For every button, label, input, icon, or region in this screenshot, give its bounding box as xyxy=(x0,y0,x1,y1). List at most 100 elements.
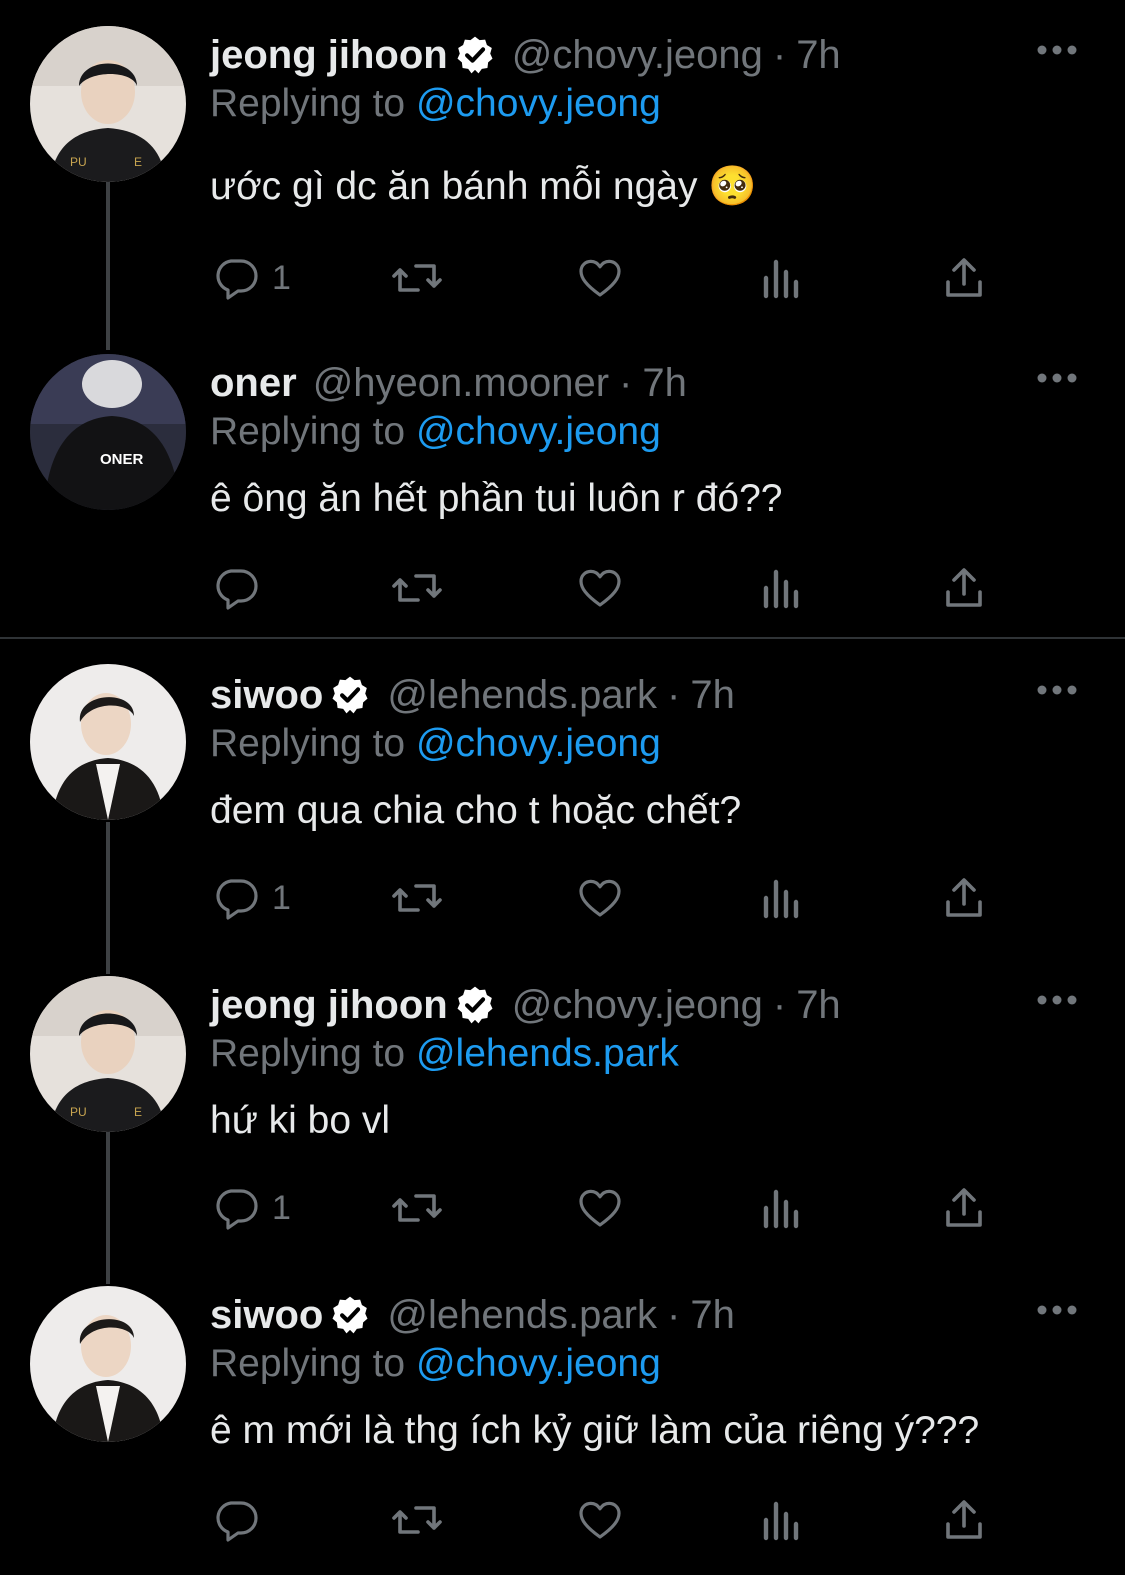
timestamp[interactable]: 7h xyxy=(690,675,735,715)
handle[interactable]: @lehends.park xyxy=(387,1295,657,1335)
reply-count: 1 xyxy=(272,878,291,917)
mention-link[interactable]: @chovy.jeong xyxy=(416,410,661,453)
share-icon xyxy=(946,1188,982,1227)
tweet-header: oner @hyeon.mooner · 7h xyxy=(210,354,687,412)
handle[interactable]: @hyeon.mooner xyxy=(313,363,609,403)
avatar-chovy: PU E xyxy=(30,26,186,182)
retweet-icon xyxy=(392,574,442,602)
svg-text:PU: PU xyxy=(70,1105,87,1119)
retweet-icon xyxy=(392,264,442,292)
thread-divider xyxy=(0,637,1125,639)
thread-connector xyxy=(106,1132,110,1284)
timestamp[interactable]: 7h xyxy=(796,985,841,1025)
avatar[interactable] xyxy=(30,664,186,820)
more-icon[interactable] xyxy=(1036,42,1078,58)
action-bar: 1 xyxy=(210,873,1010,923)
mention-link[interactable]: @chovy.jeong xyxy=(416,722,661,765)
like-button[interactable] xyxy=(576,563,624,613)
avatar-siwoo xyxy=(30,664,186,820)
views-button[interactable] xyxy=(760,563,804,613)
verified-badge-icon xyxy=(457,36,493,74)
share-button[interactable] xyxy=(940,1495,988,1545)
action-bar xyxy=(210,1495,1010,1545)
replying-to-label: Replying to xyxy=(210,82,406,125)
retweet-icon xyxy=(392,1194,442,1222)
more-icon[interactable] xyxy=(1036,992,1078,1008)
handle[interactable]: @chovy.jeong xyxy=(512,985,763,1025)
display-name[interactable]: jeong jihoon xyxy=(210,35,448,75)
views-button[interactable] xyxy=(760,1183,804,1233)
replying-to-label: Replying to xyxy=(210,1342,406,1385)
more-icon[interactable] xyxy=(1036,370,1078,386)
reply-count: 1 xyxy=(272,1188,291,1227)
avatar[interactable] xyxy=(30,1286,186,1442)
share-button[interactable] xyxy=(940,563,988,613)
display-name[interactable]: oner xyxy=(210,363,297,403)
share-icon xyxy=(946,258,982,297)
views-icon xyxy=(763,569,799,609)
views-button[interactable] xyxy=(760,873,804,923)
more-icon[interactable] xyxy=(1036,1302,1078,1318)
retweet-button[interactable] xyxy=(390,873,444,923)
share-icon xyxy=(946,568,982,607)
timestamp[interactable]: 7h xyxy=(690,1295,735,1335)
reply-icon xyxy=(216,879,258,920)
retweet-icon xyxy=(392,884,442,912)
like-button[interactable] xyxy=(576,253,624,303)
svg-text:E: E xyxy=(134,1105,142,1119)
display-name[interactable]: jeong jihoon xyxy=(210,985,448,1025)
display-name[interactable]: siwoo xyxy=(210,675,323,715)
share-button[interactable] xyxy=(940,873,988,923)
reply-icon xyxy=(216,569,258,610)
reply-button[interactable] xyxy=(212,1495,272,1545)
reply-button[interactable]: 1 xyxy=(212,1183,291,1233)
retweet-button[interactable] xyxy=(390,1495,444,1545)
reply-icon xyxy=(216,1189,258,1230)
timestamp[interactable]: 7h xyxy=(796,35,841,75)
reply-button[interactable]: 1 xyxy=(212,873,291,923)
action-bar: 1 xyxy=(210,253,1010,303)
avatar[interactable]: ONER xyxy=(30,354,186,510)
views-icon xyxy=(763,879,799,919)
retweet-button[interactable] xyxy=(390,1183,444,1233)
tweet-header: jeong jihoon @chovy.jeong · 7h xyxy=(210,26,841,84)
views-button[interactable] xyxy=(760,1495,804,1545)
handle[interactable]: @lehends.park xyxy=(387,675,657,715)
svg-text:E: E xyxy=(134,155,142,169)
share-button[interactable] xyxy=(940,253,988,303)
display-name[interactable]: siwoo xyxy=(210,1295,323,1335)
jersey-text: ONER xyxy=(100,451,144,468)
tweet-text: ê m mới là thg ích kỷ giữ làm của riêng … xyxy=(210,1409,980,1452)
verified-badge-icon xyxy=(332,676,368,714)
share-icon xyxy=(946,878,982,917)
thread-connector xyxy=(106,822,110,974)
tweet-text: ê ông ăn hết phần tui luôn r đó?? xyxy=(210,477,783,520)
tweet-text: đem qua chia cho t hoặc chết? xyxy=(210,789,742,832)
reply-button[interactable]: 1 xyxy=(212,253,291,303)
thread-2: siwoo @lehends.park · 7h Replying to @ch… xyxy=(0,640,1125,1575)
mention-link[interactable]: @chovy.jeong xyxy=(416,1342,661,1385)
mention-link[interactable]: @chovy.jeong xyxy=(416,82,661,125)
avatar-siwoo xyxy=(30,1286,186,1442)
share-button[interactable] xyxy=(940,1183,988,1233)
replying-to: Replying to @chovy.jeong xyxy=(210,410,661,454)
avatar[interactable]: PU E xyxy=(30,26,186,182)
views-button[interactable] xyxy=(760,253,804,303)
like-button[interactable] xyxy=(576,1183,624,1233)
reply-icon xyxy=(216,1501,258,1542)
avatar[interactable]: PU E xyxy=(30,976,186,1132)
views-icon xyxy=(763,259,799,299)
mention-link[interactable]: @lehends.park xyxy=(416,1032,679,1075)
tweet-header: jeong jihoon @chovy.jeong · 7h xyxy=(210,976,841,1034)
like-button[interactable] xyxy=(576,1495,624,1545)
handle[interactable]: @chovy.jeong xyxy=(512,35,763,75)
like-button[interactable] xyxy=(576,873,624,923)
retweet-button[interactable] xyxy=(390,253,444,303)
timestamp[interactable]: 7h xyxy=(642,363,687,403)
replying-to: Replying to @chovy.jeong xyxy=(210,82,661,126)
reply-count: 1 xyxy=(272,258,291,297)
reply-button[interactable] xyxy=(212,563,272,613)
more-icon[interactable] xyxy=(1036,682,1078,698)
verified-badge-icon xyxy=(332,1296,368,1334)
retweet-button[interactable] xyxy=(390,563,444,613)
